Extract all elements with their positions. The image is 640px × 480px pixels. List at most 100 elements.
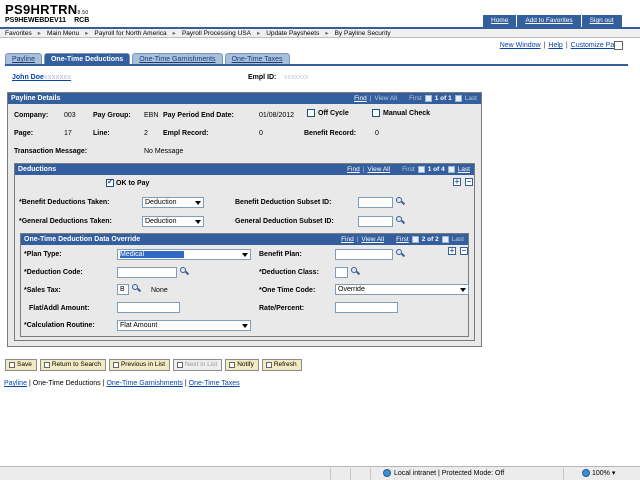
override-view-all-link[interactable]: View All	[361, 234, 384, 245]
override-find-link[interactable]: Find	[341, 234, 354, 245]
line-value: 2	[144, 130, 148, 137]
payline-nav: Find | View All First 1 of 1 Last	[354, 93, 477, 104]
employee-name-masked: xxxxxxx	[43, 74, 72, 81]
benefit-subset-label: Benefit Deduction Subset ID:	[235, 199, 332, 206]
flat-amount-input[interactable]	[117, 302, 180, 313]
deductions-last-link[interactable]: Last	[458, 164, 470, 175]
previous-row-icon	[424, 95, 432, 102]
override-position: 2 of 2	[421, 236, 439, 243]
empl-record-label: Empl Record:	[163, 130, 209, 137]
sales-tax-input[interactable]: B	[117, 284, 129, 295]
search-icon[interactable]	[180, 267, 190, 276]
previous-row-icon[interactable]	[411, 236, 419, 243]
ok-to-pay-checkbox[interactable]	[106, 177, 114, 187]
sign-out-link[interactable]: Sign out	[581, 15, 623, 27]
payline-view-all: View All	[374, 95, 398, 102]
add-to-favorites-link[interactable]: Add to Favorites	[517, 15, 582, 27]
help-link[interactable]: Help	[548, 42, 562, 49]
deductions-first: First	[402, 166, 415, 173]
version-label: 8.50	[77, 10, 89, 16]
deductions-nav: Find | View All First 1 of 4 Last	[347, 164, 470, 175]
general-subset-input[interactable]	[358, 216, 393, 227]
toolbar: Save Return to Search Previous in List N…	[5, 359, 302, 371]
chevron-down-icon	[242, 253, 248, 257]
employee-name-link[interactable]: John Doexxxxxxx	[12, 74, 71, 81]
override-first-link[interactable]: First	[396, 234, 409, 245]
benefit-taken-select[interactable]: Deduction	[142, 197, 204, 208]
breadcrumb-favorites[interactable]: Favorites	[3, 30, 34, 37]
search-icon[interactable]	[396, 216, 406, 225]
notify-button[interactable]: Notify	[225, 359, 259, 371]
manual-check-checkbox[interactable]	[372, 109, 380, 117]
sales-tax-desc: None	[151, 287, 168, 294]
one-time-garnishments-link[interactable]: One-Time Garnishments	[106, 380, 182, 387]
payline-link[interactable]: Payline	[4, 380, 27, 387]
one-time-code-select[interactable]: Override	[335, 284, 469, 295]
breadcrumb-payroll-usa[interactable]: Payroll Processing USA	[180, 30, 253, 37]
deduction-class-input[interactable]	[335, 267, 348, 278]
next-row-icon	[441, 236, 449, 243]
benefit-subset-input[interactable]	[358, 197, 393, 208]
one-time-code-label: *One Time Code:	[259, 287, 316, 294]
http-icon[interactable]	[614, 41, 623, 50]
tab-underline	[5, 64, 628, 66]
off-cycle-checkbox[interactable]	[307, 109, 315, 117]
empl-id-value: xxxxxxx	[284, 74, 309, 81]
security-zone: Local intranet | Protected Mode: Off	[383, 469, 504, 477]
breadcrumb: Favorites ▸ Main Menu ▸ Payroll for Nort…	[0, 29, 640, 38]
bottom-tab-links: Payline | One-Time Deductions | One-Time Gar…	[4, 380, 240, 387]
override-last: Last	[451, 236, 464, 243]
new-window-link[interactable]: New Window	[500, 42, 541, 49]
general-taken-select[interactable]: Deduction	[142, 216, 204, 227]
deductions-header: Deductions Find | View All First 1 of 4 …	[15, 164, 474, 175]
save-button[interactable]: Save	[5, 359, 37, 371]
db-name: PS9HEWEBDEV11 RCB	[5, 17, 90, 24]
manual-check-label: Manual Check	[383, 110, 431, 117]
payline-details-header: Payline Details Find | View All First 1 …	[8, 93, 481, 104]
zoom-control[interactable]: 100% ▾	[582, 469, 615, 477]
breadcrumb-update-paysheets[interactable]: Update Paysheets	[264, 30, 321, 37]
calc-routine-select[interactable]: Flat Amount	[117, 320, 251, 331]
add-row-icon[interactable]: +	[453, 178, 461, 186]
search-icon[interactable]	[396, 197, 406, 206]
rate-input[interactable]	[335, 302, 398, 313]
plan-type-select[interactable]: Medical	[117, 249, 251, 260]
one-time-taxes-link[interactable]: One-Time Taxes	[189, 380, 240, 387]
breadcrumb-main-menu[interactable]: Main Menu	[45, 30, 81, 37]
deduction-code-input[interactable]	[117, 267, 177, 278]
deductions-view-all-link[interactable]: View All	[367, 164, 390, 175]
deductions-find-link[interactable]: Find	[347, 164, 360, 175]
line-label: Line:	[93, 130, 110, 137]
benefit-record-label: Benefit Record:	[304, 130, 357, 137]
add-row-icon[interactable]: +	[448, 247, 456, 255]
benefit-plan-input[interactable]	[335, 249, 393, 260]
breadcrumb-payroll-na[interactable]: Payroll for North America	[92, 30, 168, 37]
breadcrumb-by-payline-security: By Payline Security	[334, 29, 391, 37]
payline-find-link[interactable]: Find	[354, 93, 367, 104]
chevron-down-icon	[242, 324, 248, 328]
page-value: 17	[64, 130, 72, 137]
globe-icon	[383, 469, 391, 477]
breadcrumb-separator: ▸	[172, 30, 176, 37]
period-end-value: 01/08/2012	[259, 112, 295, 119]
benefit-plan-label: Benefit Plan:	[259, 251, 302, 258]
next-row-icon[interactable]	[447, 166, 455, 173]
search-icon[interactable]	[396, 249, 406, 258]
search-icon[interactable]	[351, 267, 361, 276]
payline-details-panel: Payline Details Find | View All First 1 …	[7, 92, 482, 347]
delete-row-icon[interactable]: −	[460, 247, 468, 255]
return-to-search-button[interactable]: Return to Search	[39, 359, 106, 371]
pay-group-label: Pay Group:	[93, 112, 131, 119]
override-header: One-Time Deduction Data Override Find | …	[21, 234, 468, 245]
search-icon[interactable]	[132, 284, 142, 293]
benefit-taken-label: *Benefit Deductions Taken:	[19, 199, 110, 206]
payline-first: First	[409, 95, 422, 102]
flat-amount-label: Flat/Addl Amount:	[29, 305, 90, 312]
top-nav: Home Add to Favorites Sign out	[483, 15, 623, 27]
previous-in-list-button[interactable]: Previous in List	[108, 359, 171, 371]
refresh-button[interactable]: Refresh	[261, 359, 302, 371]
previous-row-icon	[417, 166, 425, 173]
delete-row-icon[interactable]: −	[465, 178, 473, 186]
home-link[interactable]: Home	[483, 15, 518, 27]
deductions-panel: Deductions Find | View All First 1 of 4 …	[14, 163, 475, 341]
